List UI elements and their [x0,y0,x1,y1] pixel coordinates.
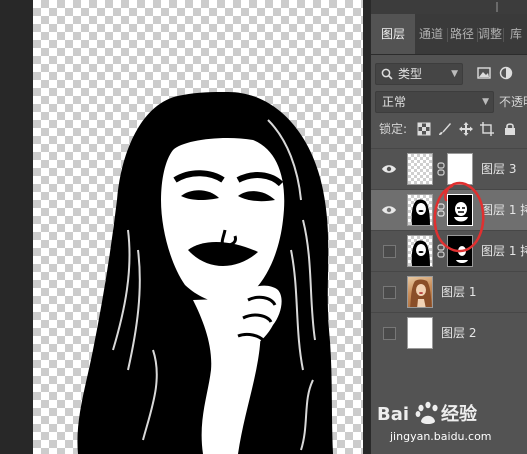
baidu-watermark-logo: Bai 经验 [377,401,478,425]
lock-artboard-icon[interactable] [480,122,494,136]
layer-row[interactable]: 图层 1 [371,271,527,312]
layer-mask-thumbnail[interactable] [447,153,473,185]
layer-thumbnail[interactable] [407,317,433,349]
layer-row[interactable]: 图层 2 [371,312,527,353]
visibility-toggle[interactable] [381,272,401,312]
watermark-url: jingyan.baidu.com [390,430,492,443]
chevron-down-icon: ▼ [482,97,489,107]
lock-position-icon[interactable] [459,122,473,136]
layer-thumbnail[interactable] [407,276,433,308]
layer-name[interactable]: 图层 1 [441,272,476,312]
tab-adjustments[interactable]: 调整 [478,14,502,54]
visibility-toggle[interactable] [381,190,401,230]
blend-mode-dropdown[interactable]: 正常 ▼ [375,91,494,113]
layers-panel: 图层 通道 路径 调整 库 类型 ▼ 正常 ▼ 不透明 锁定 [370,0,527,454]
lock-transparent-icon[interactable] [417,122,431,136]
layer-name[interactable]: 图层 2 [441,313,476,353]
link-chain-icon[interactable] [437,162,445,176]
svg-text:Bai: Bai [377,404,409,425]
layer-row-selected[interactable]: 图层 1 拷 [371,189,527,230]
tab-channels[interactable]: 通道 [416,14,446,54]
link-chain-icon[interactable] [437,244,445,258]
portrait-artwork [77,92,333,454]
adjustment-filter-icon[interactable] [499,66,513,80]
lock-all-icon[interactable] [503,122,517,136]
lock-row: 锁定: [371,118,527,140]
filter-kind-dropdown[interactable]: 类型 ▼ [375,63,463,85]
image-filter-icon[interactable] [477,66,491,80]
layer-thumbnail[interactable] [407,194,433,226]
blend-row: 正常 ▼ 不透明 [371,90,527,114]
tab-libraries[interactable]: 库 [504,14,527,54]
lock-paint-icon[interactable] [438,122,452,136]
panel-header-strip [371,0,527,14]
lock-label: 锁定: [379,122,408,136]
link-chain-icon[interactable] [437,203,445,217]
layer-mask-thumbnail[interactable] [447,194,473,226]
filter-row: 类型 ▼ [371,60,527,86]
canvas-area[interactable] [0,0,370,454]
eye-icon [382,165,396,173]
tab-paths[interactable]: 路径 [448,14,476,54]
svg-text:经验: 经验 [441,403,478,425]
layer-name[interactable]: 图层 3 [481,149,516,189]
layer-name[interactable]: 图层 1 拷 [481,231,527,271]
layer-thumbnail[interactable] [407,235,433,267]
tab-layers[interactable]: 图层 [371,14,415,54]
search-icon [381,68,393,80]
blend-mode-label: 正常 [382,95,407,109]
layer-row[interactable]: 图层 1 拷 [371,230,527,271]
layer-name[interactable]: 图层 1 拷 [481,190,527,230]
visibility-toggle[interactable] [381,149,401,189]
layer-row[interactable]: 图层 3 [371,148,527,189]
opacity-label: 不透明 [499,95,527,109]
layer-mask-thumbnail[interactable] [447,235,473,267]
layer-thumbnail[interactable] [407,153,433,185]
panel-tab-bar: 图层 通道 路径 调整 库 [371,14,527,55]
visibility-toggle[interactable] [381,231,401,271]
chevron-down-icon: ▼ [451,69,458,79]
document-canvas[interactable] [33,0,363,454]
visibility-toggle[interactable] [381,313,401,353]
eye-icon [382,206,396,214]
filter-kind-label: 类型 [398,67,423,81]
